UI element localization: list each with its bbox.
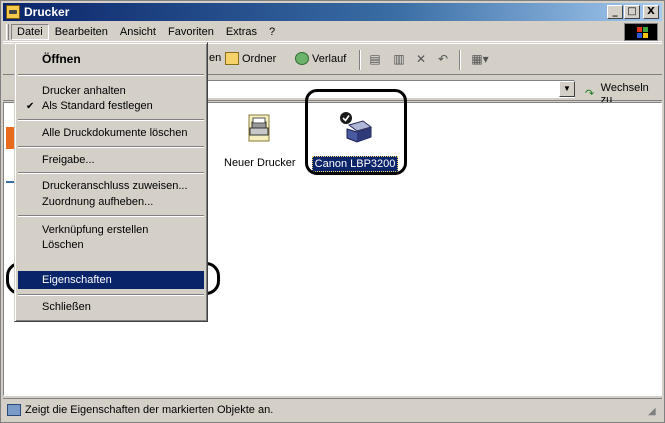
menu-item-set-default[interactable]: ✔ Als Standard festlegen	[18, 100, 204, 113]
properties-status-icon	[7, 403, 21, 416]
move-to-icon[interactable]: ▤	[367, 52, 383, 66]
delete-icon[interactable]: ✕	[413, 52, 429, 66]
maximize-button[interactable]: □	[624, 5, 640, 19]
undo-icon[interactable]: ↶	[435, 52, 451, 66]
views-icon[interactable]: ▦▾	[467, 52, 493, 66]
add-printer-icon	[248, 114, 270, 142]
menu-datei[interactable]: Datei	[11, 23, 49, 40]
go-arrow-icon: ↷	[585, 87, 595, 100]
add-printer-label: Neuer Drucker	[224, 157, 296, 169]
printer-folder-icon	[6, 5, 20, 19]
windows-logo-icon	[624, 23, 658, 41]
menu-separator	[18, 119, 204, 121]
menu-item-open[interactable]: Öffnen	[18, 53, 204, 66]
sidebar-banner	[6, 127, 14, 149]
window-controls: _ □ X	[606, 5, 659, 19]
history-label: Verlauf	[312, 52, 347, 65]
folders-icon	[225, 52, 239, 65]
address-dropdown-button[interactable]: ▼	[559, 81, 575, 97]
file-menu-dropdown: Öffnen Drucker anhalten ✔ Als Standard f…	[14, 42, 208, 322]
menu-separator	[18, 146, 204, 148]
status-text: Zeigt die Eigenschaften der markierten O…	[25, 403, 274, 416]
title-bar[interactable]: Drucker _ □ X	[3, 3, 662, 21]
menu-item-sharing[interactable]: Freigabe...	[18, 154, 204, 167]
menu-item-close[interactable]: Schließen	[18, 301, 204, 314]
folders-label: Ordner	[242, 52, 277, 65]
menu-item-clear-documents[interactable]: Alle Druckdokumente löschen	[18, 127, 204, 140]
explorer-window: Drucker _ □ X Datei Bearbeiten Ansicht F…	[0, 0, 665, 423]
menubar-grip[interactable]	[6, 24, 9, 40]
menu-item-delete[interactable]: Löschen	[18, 239, 204, 252]
status-bar: Zeigt die Eigenschaften der markierten O…	[3, 398, 662, 420]
menu-separator	[18, 74, 204, 76]
copy-to-icon[interactable]: ▥	[391, 52, 407, 66]
menu-bar: Datei Bearbeiten Ansicht Favoriten Extra…	[3, 22, 662, 42]
checkmark-icon: ✔	[26, 101, 35, 112]
history-button[interactable]: Verlauf	[295, 52, 346, 65]
menu-separator	[18, 172, 204, 174]
toolbar-separator	[359, 50, 361, 70]
toolbar-partial-label[interactable]: en	[209, 52, 221, 64]
menu-favoriten[interactable]: Favoriten	[162, 24, 220, 40]
menu-separator	[18, 294, 204, 296]
add-printer-item[interactable]: Neuer Drucker	[222, 113, 296, 170]
menu-bearbeiten[interactable]: Bearbeiten	[49, 24, 114, 40]
menu-help[interactable]: ?	[263, 24, 281, 40]
menu-item-create-shortcut[interactable]: Verknüpfung erstellen	[18, 224, 204, 237]
resize-grip-icon[interactable]: ◢	[648, 406, 660, 418]
menu-separator	[18, 215, 204, 217]
menu-ansicht[interactable]: Ansicht	[114, 24, 162, 40]
minimize-button[interactable]: _	[607, 5, 623, 19]
printer-callout-ring	[305, 89, 407, 175]
menu-extras[interactable]: Extras	[220, 24, 263, 40]
folders-button[interactable]: Ordner	[225, 52, 276, 65]
window-title: Drucker	[24, 5, 70, 19]
menu-item-assign-port[interactable]: Druckeranschluss zuweisen...	[18, 180, 204, 193]
menu-item-pause-printer[interactable]: Drucker anhalten	[18, 85, 204, 98]
history-icon	[295, 52, 309, 65]
toolbar-separator	[459, 50, 461, 70]
menu-item-properties[interactable]: Eigenschaften	[18, 271, 204, 289]
close-button[interactable]: X	[643, 5, 659, 19]
menu-item-set-default-label: Als Standard festlegen	[42, 100, 153, 112]
menu-item-remove-assignment[interactable]: Zuordnung aufheben...	[18, 196, 204, 209]
